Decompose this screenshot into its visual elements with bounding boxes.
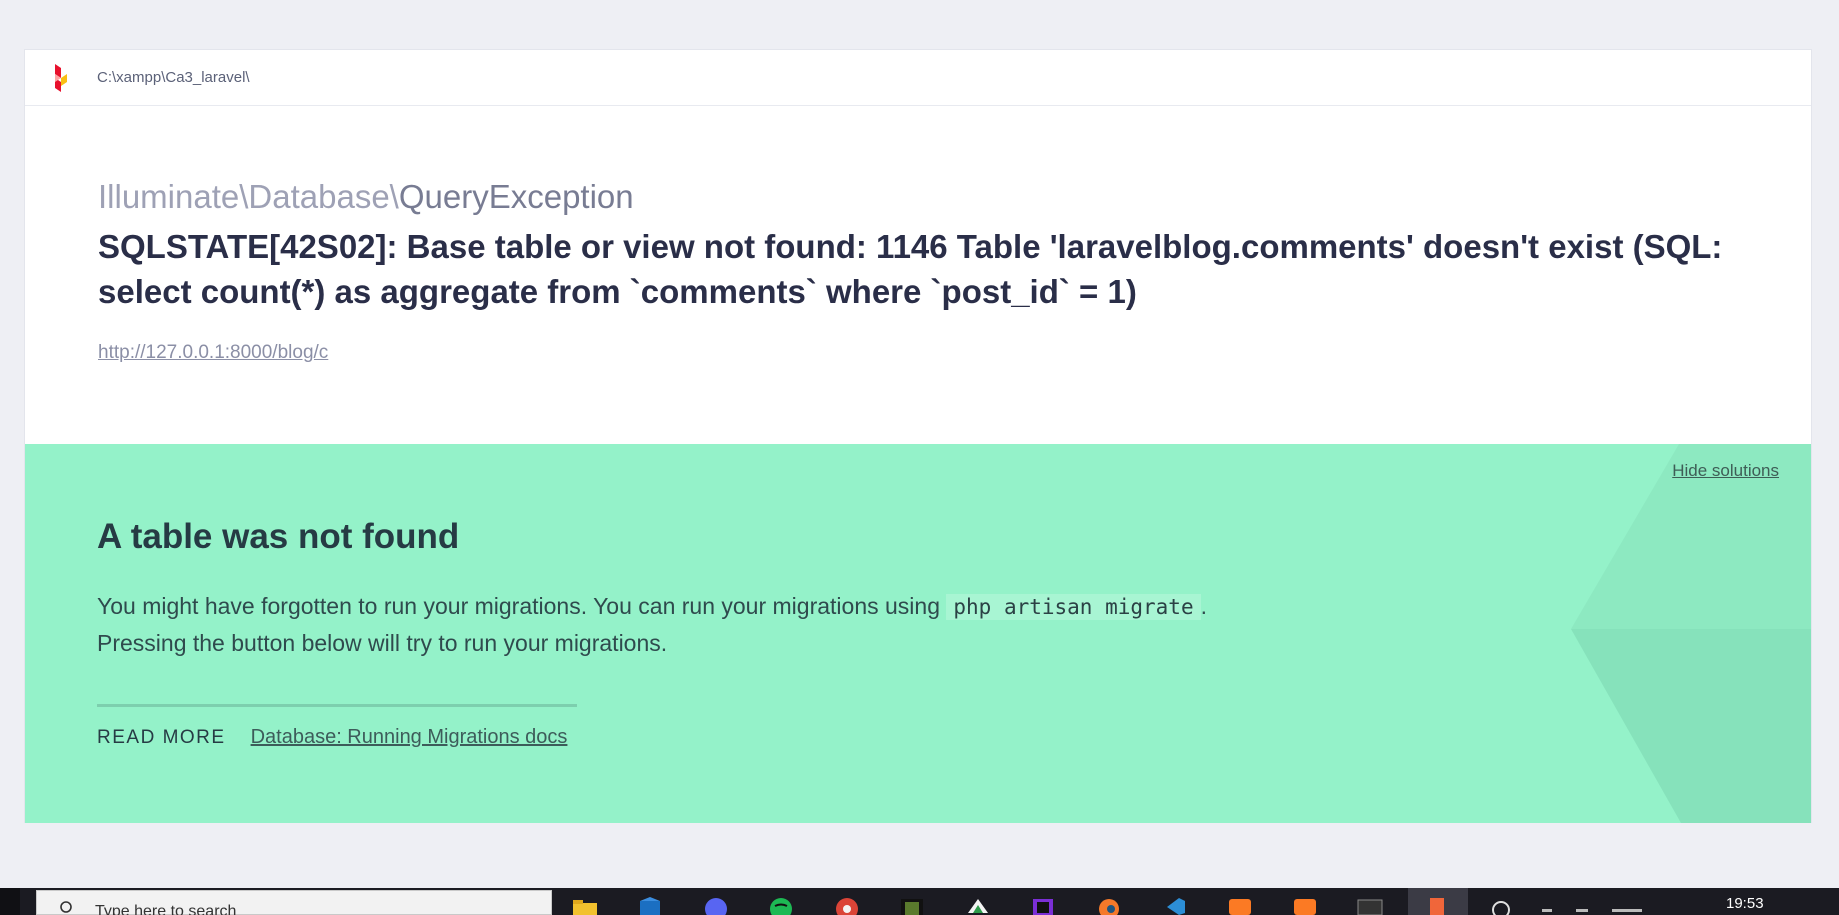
taskbar-search-box[interactable]: Type here to search [36, 890, 552, 915]
solution-command: php artisan migrate [946, 594, 1201, 620]
inkscape-icon[interactable] [965, 897, 991, 915]
exception-class: Illuminate\Database\QueryException [98, 176, 1811, 218]
xampp-icon[interactable] [1227, 897, 1253, 915]
migrations-docs-link[interactable]: Database: Running Migrations docs [251, 726, 568, 749]
solution-panel: Hide solutions A table was not found You… [25, 444, 1811, 823]
hide-solutions-link[interactable]: Hide solutions [1672, 461, 1779, 481]
search-icon [60, 901, 72, 913]
solution-desc-line2: Pressing the button below will try to ru… [97, 630, 668, 656]
windows-taskbar: Type here to search 19:53 [0, 888, 1839, 915]
card-header: C:\xampp\Ca3_laravel\ [25, 50, 1811, 106]
exception-namespace: Illuminate\Database\ [98, 178, 399, 215]
vscode-icon[interactable] [1161, 897, 1187, 915]
ignition-logo [55, 63, 67, 92]
exception-message: SQLSTATE[42S02]: Base table or view not … [98, 228, 1723, 310]
phpstorm-icon[interactable] [1030, 897, 1056, 915]
request-url-link[interactable]: http://127.0.0.1:8000/blog/c [98, 342, 328, 364]
terminal-icon[interactable] [1357, 897, 1383, 915]
read-more-section: READ MORE Database: Running Migrations d… [97, 726, 567, 749]
solution-desc-text: You might have forgotten to run your mig… [97, 593, 947, 619]
project-path: C:\xampp\Ca3_laravel\ [97, 69, 250, 86]
file-explorer-icon[interactable] [572, 897, 598, 915]
xampp-icon-2[interactable] [1292, 897, 1318, 915]
solution-title: A table was not found [97, 517, 460, 556]
solution-desc-end: . [1200, 593, 1207, 619]
search-placeholder: Type here to search [95, 903, 237, 915]
solution-description: You might have forgotten to run your mig… [97, 588, 1497, 661]
exception-class-name: QueryException [398, 178, 634, 215]
exception-area: Illuminate\Database\QueryException SQLST… [25, 106, 1811, 364]
network-icon[interactable] [1488, 897, 1514, 915]
mail-icon[interactable] [637, 897, 663, 915]
start-button[interactable] [0, 888, 20, 915]
blender-icon[interactable] [1096, 897, 1122, 915]
solution-divider [97, 704, 577, 707]
error-card: C:\xampp\Ca3_laravel\ Illuminate\Databas… [24, 49, 1812, 823]
system-tray-icons[interactable] [1536, 897, 1656, 915]
solution-decoration [1571, 444, 1811, 823]
chrome-icon[interactable] [834, 897, 860, 915]
taskbar-clock[interactable]: 19:53 [1726, 895, 1764, 912]
spotify-icon[interactable] [768, 897, 794, 915]
discord-icon[interactable] [703, 897, 729, 915]
ignition-app-icon[interactable] [1408, 888, 1468, 915]
minecraft-icon[interactable] [899, 897, 925, 915]
read-more-label: READ MORE [97, 727, 226, 748]
